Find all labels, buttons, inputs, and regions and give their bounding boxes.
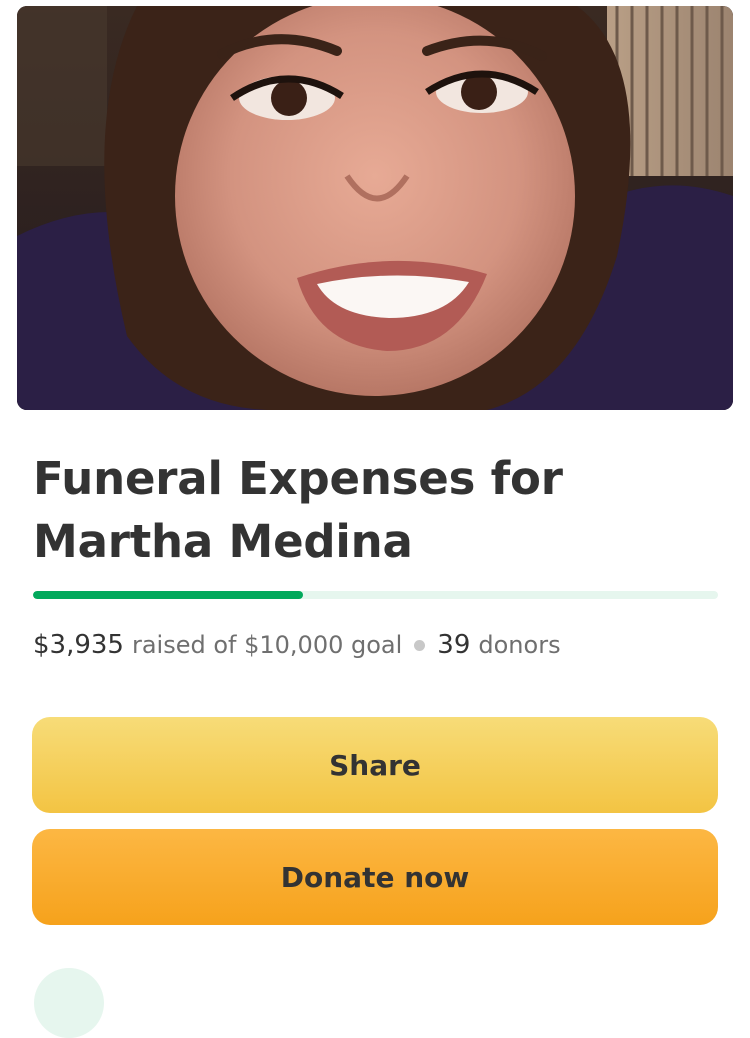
donor-count: 39	[437, 630, 471, 660]
progress-bar-fill	[33, 591, 303, 599]
fundraiser-page: Funeral Expenses for Martha Medina $3,93…	[0, 0, 750, 1038]
campaign-title: Funeral Expenses for Martha Medina	[33, 452, 563, 568]
fundraising-stats: $3,935 raised of $10,000 goal 39 donors	[33, 628, 561, 662]
portrait-image	[17, 6, 733, 410]
goal-text: raised of $10,000 goal	[131, 631, 403, 659]
fundraising-progress-bar	[33, 591, 718, 599]
amount-raised: $3,935	[33, 630, 124, 660]
donate-now-button[interactable]: Donate now	[32, 829, 718, 925]
share-button[interactable]: Share	[32, 717, 718, 813]
campaign-cover-photo[interactable]	[17, 6, 733, 410]
donors-label: donors	[478, 631, 561, 659]
separator-dot	[414, 639, 426, 651]
organizer-avatar	[34, 968, 104, 1038]
